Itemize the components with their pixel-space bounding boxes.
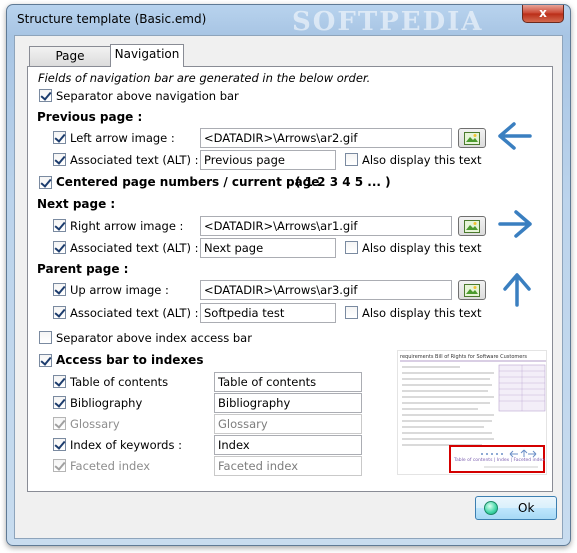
toc-checkbox[interactable]	[53, 375, 66, 388]
ok-icon	[484, 501, 498, 515]
next-also-display-checkbox[interactable]	[345, 241, 358, 254]
toc-label: Table of contents	[70, 375, 169, 389]
image-icon	[464, 284, 480, 297]
index-keywords-field[interactable]: Index	[214, 435, 362, 455]
dialog-client: Page Navigation Fields of navigation bar…	[14, 35, 563, 539]
separator-index-checkbox[interactable]	[39, 331, 52, 344]
separator-nav-checkbox[interactable]	[39, 89, 52, 102]
left-arrow-field[interactable]: <DATADIR>\Arrows\ar2.gif	[200, 128, 452, 148]
faceted-index-field: Faceted index	[214, 456, 362, 476]
glossary-checkbox	[53, 417, 66, 430]
previous-heading: Previous page :	[37, 110, 143, 124]
image-icon	[464, 220, 480, 233]
parent-alt-label: Associated text (ALT) :	[70, 306, 199, 320]
access-bar-label: Access bar to indexes	[56, 353, 204, 367]
parent-also-display-label: Also display this text	[362, 306, 482, 320]
tab-page[interactable]: Page	[29, 46, 111, 66]
tab-navigation[interactable]: Navigation	[110, 44, 184, 67]
bibliography-field[interactable]: Bibliography	[214, 393, 362, 413]
next-also-display-label: Also display this text	[362, 241, 482, 255]
preview-nav-hint: Table of contents | Index | Faceted inde…	[454, 458, 545, 463]
next-heading: Next page :	[37, 197, 116, 211]
close-button[interactable]: x	[522, 5, 564, 23]
previous-also-display-checkbox[interactable]	[345, 153, 358, 166]
toc-field[interactable]: Table of contents	[214, 372, 362, 392]
window-title: Structure template (Basic.emd)	[17, 12, 207, 26]
separator-nav-label: Separator above navigation bar	[56, 89, 239, 103]
separator-index-label: Separator above index access bar	[56, 331, 252, 345]
parent-alt-field[interactable]: Softpedia test	[200, 303, 336, 323]
glossary-field: Glossary	[214, 414, 362, 434]
up-arrow-field[interactable]: <DATADIR>\Arrows\ar3.gif	[200, 280, 452, 300]
up-arrow-label: Up arrow image :	[70, 283, 169, 297]
parent-alt-checkbox[interactable]	[53, 306, 66, 319]
faceted-index-checkbox	[53, 459, 66, 472]
previous-alt-checkbox[interactable]	[53, 153, 66, 166]
left-arrow-icon	[498, 122, 532, 150]
glossary-label: Glossary	[70, 417, 120, 431]
access-bar-checkbox[interactable]	[39, 354, 52, 367]
left-arrow-checkbox[interactable]	[53, 131, 66, 144]
previous-alt-label: Associated text (ALT) :	[70, 153, 199, 167]
image-icon	[464, 132, 480, 145]
browse-left-arrow-button[interactable]	[458, 128, 486, 148]
parent-also-display-checkbox[interactable]	[345, 306, 358, 319]
index-keywords-label: Index of keywords :	[70, 438, 182, 452]
centered-page-numbers-suffix: : ( 1 2 3 4 5 ... )	[286, 175, 391, 189]
next-alt-checkbox[interactable]	[53, 241, 66, 254]
next-alt-label: Associated text (ALT) :	[70, 241, 199, 255]
right-arrow-checkbox[interactable]	[53, 219, 66, 232]
faceted-index-label: Faceted index	[70, 459, 151, 473]
right-arrow-icon	[498, 210, 532, 238]
title-bar[interactable]: Structure template (Basic.emd) SOFTPEDIA…	[7, 5, 570, 37]
navigation-preview-image: requirements Bill of Rights for Software…	[397, 350, 547, 475]
index-keywords-checkbox[interactable]	[53, 438, 66, 451]
next-alt-field[interactable]: Next page	[200, 238, 336, 258]
centered-page-numbers-checkbox[interactable]	[39, 176, 52, 189]
intro-text: Fields of navigation bar are generated i…	[38, 71, 371, 85]
dialog-window: Structure template (Basic.emd) SOFTPEDIA…	[6, 4, 571, 546]
watermark: SOFTPEDIA	[292, 7, 484, 37]
preview-document-graphic	[400, 360, 546, 473]
parent-heading: Parent page :	[37, 262, 129, 276]
browse-right-arrow-button[interactable]	[458, 216, 486, 236]
previous-alt-field[interactable]: Previous page	[200, 150, 336, 170]
up-arrow-icon	[503, 273, 531, 307]
centered-page-numbers-label: Centered page numbers / current page	[56, 175, 320, 189]
right-arrow-field[interactable]: <DATADIR>\Arrows\ar1.gif	[200, 216, 452, 236]
left-arrow-label: Left arrow image :	[70, 131, 175, 145]
ok-label: Ok	[518, 501, 535, 515]
previous-also-display-label: Also display this text	[362, 153, 482, 167]
up-arrow-checkbox[interactable]	[53, 283, 66, 296]
bibliography-label: Bibliography	[70, 396, 143, 410]
ok-button[interactable]: Ok	[475, 496, 557, 520]
bibliography-checkbox[interactable]	[53, 396, 66, 409]
browse-up-arrow-button[interactable]	[458, 280, 486, 300]
right-arrow-label: Right arrow image :	[70, 219, 184, 233]
